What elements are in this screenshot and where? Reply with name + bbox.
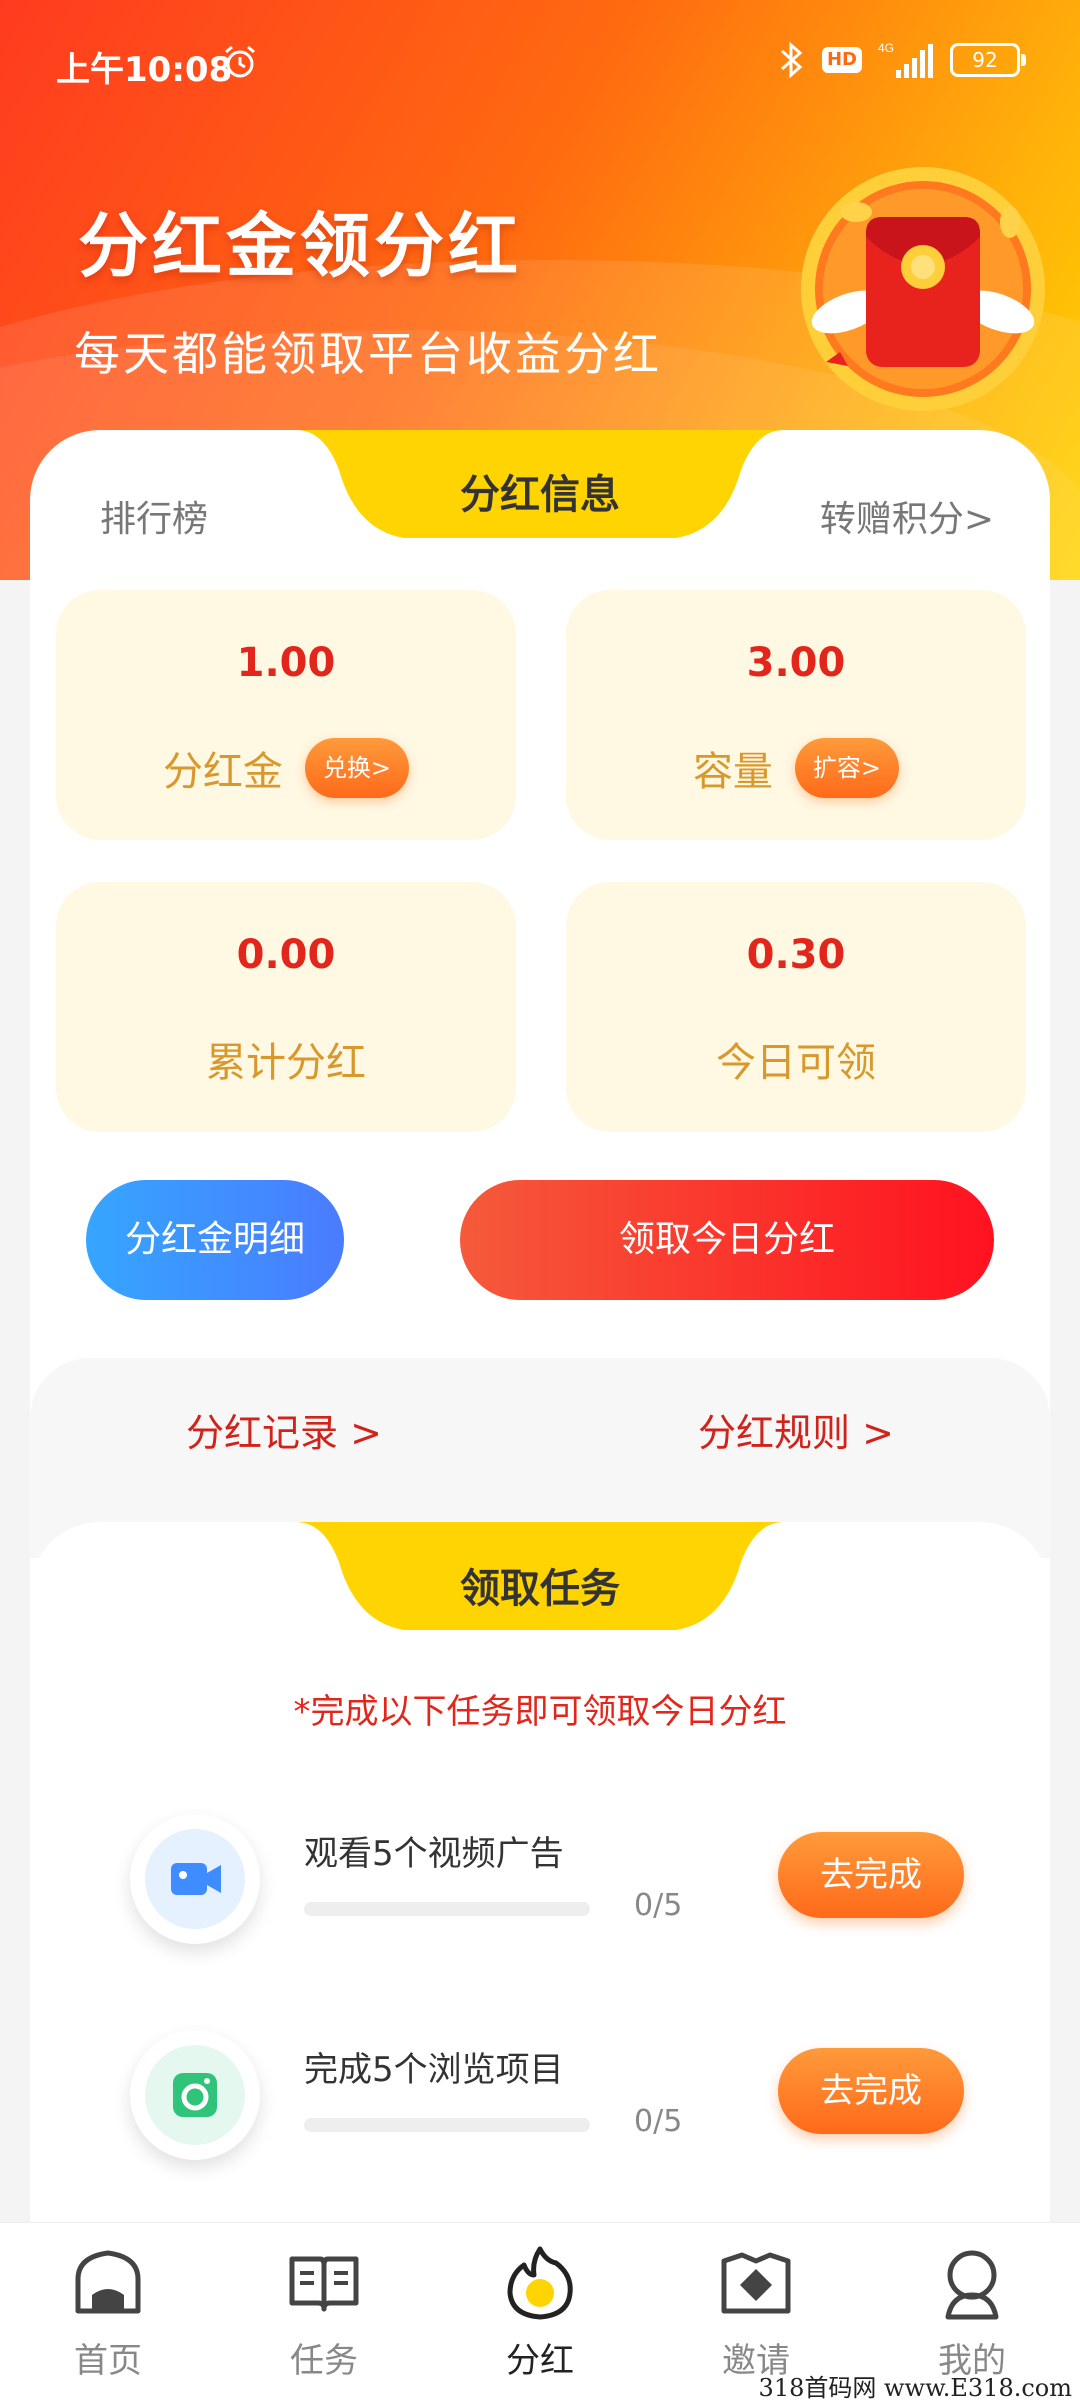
stat-capacity: 3.00 容量 扩容> (566, 590, 1026, 840)
status-bar: 上午10:08 HD 4G 92 (0, 0, 1080, 120)
tasks-header: 领取任务 (460, 1566, 620, 1612)
go-complete-button[interactable]: 去完成 (778, 2048, 964, 2134)
task-progress-bar (304, 2118, 590, 2132)
stat-value: 1.00 (236, 640, 336, 686)
status-time: 上午10:08 (56, 50, 233, 90)
flame-icon (507, 2246, 573, 2320)
task-item: 完成5个浏览项目 0/5 去完成 (0, 2030, 1080, 2170)
hd-badge: HD (821, 47, 862, 73)
battery-indicator: 92 (950, 43, 1026, 77)
task-progress-bar (304, 1902, 590, 1916)
task-title: 观看5个视频广告 (304, 1834, 564, 1874)
tab-dividend[interactable]: 分红 (432, 2223, 648, 2400)
go-complete-button[interactable]: 去完成 (778, 1832, 964, 1918)
tab-tasks[interactable]: 任务 (216, 2223, 432, 2400)
stat-value: 0.30 (746, 932, 846, 978)
task-item: 观看5个视频广告 0/5 去完成 (0, 1814, 1080, 1954)
tab-label: 分红 (506, 2341, 574, 2381)
home-icon (75, 2250, 141, 2314)
tab-label: 任务 (290, 2341, 358, 2381)
stat-value: 3.00 (746, 640, 846, 686)
dividend-detail-button[interactable]: 分红金明细 (86, 1180, 344, 1300)
tasks-notice: *完成以下任务即可领取今日分红 (293, 1692, 787, 1732)
stat-dividend-gold: 1.00 分红金 兑换> (56, 590, 516, 840)
stat-label: 分红金 (162, 749, 283, 795)
invite-envelope-icon (721, 2252, 791, 2314)
book-icon (289, 2256, 359, 2312)
signal-icon: 4G (878, 41, 933, 78)
tab-dividend-info[interactable]: 分红信息 (296, 462, 784, 520)
alarm-clock-icon (225, 45, 255, 78)
task-icon-badge (130, 2030, 260, 2160)
stat-label: 容量 (692, 749, 773, 795)
stat-total-dividend: 0.00 累计分红 (56, 882, 516, 1132)
task-icon-badge (130, 1814, 260, 1944)
red-envelope-illustration (801, 167, 1045, 411)
stat-label: 累计分红 (206, 1040, 366, 1086)
task-title: 完成5个浏览项目 (304, 2050, 564, 2090)
watermark-text: 318首码网 www.E318.com (758, 2374, 1072, 2400)
task-progress-text: 0/5 (634, 1888, 683, 1923)
dividend-rules-link[interactable]: 分红规则 > (698, 1402, 894, 1457)
tab-transfer-points[interactable]: 转赠积分> (820, 490, 994, 542)
claim-today-dividend-button[interactable]: 领取今日分红 (460, 1180, 994, 1300)
exchange-button[interactable]: 兑换> (304, 738, 410, 798)
network-type: 4G (878, 41, 894, 55)
tab-leaderboard[interactable]: 排行榜 (100, 490, 208, 542)
tab-label: 首页 (74, 2341, 142, 2381)
stat-value: 0.00 (236, 932, 336, 978)
camera-icon (173, 2073, 217, 2117)
task-progress-text: 0/5 (634, 2104, 683, 2139)
video-camera-icon (171, 1863, 221, 1895)
expand-capacity-button[interactable]: 扩容> (794, 738, 900, 798)
status-indicators: HD 4G 92 (774, 40, 1026, 80)
profile-icon (945, 2250, 999, 2320)
tab-home[interactable]: 首页 (0, 2223, 216, 2400)
hero-title: 分红金领分红 (78, 205, 522, 287)
stat-claimable-today: 0.30 今日可领 (566, 882, 1026, 1132)
dividend-records-link[interactable]: 分红记录 > (186, 1402, 382, 1457)
hero-subtitle: 每天都能领取平台收益分红 (74, 327, 662, 381)
stat-label: 今日可领 (716, 1040, 876, 1086)
bluetooth-icon (780, 41, 803, 79)
